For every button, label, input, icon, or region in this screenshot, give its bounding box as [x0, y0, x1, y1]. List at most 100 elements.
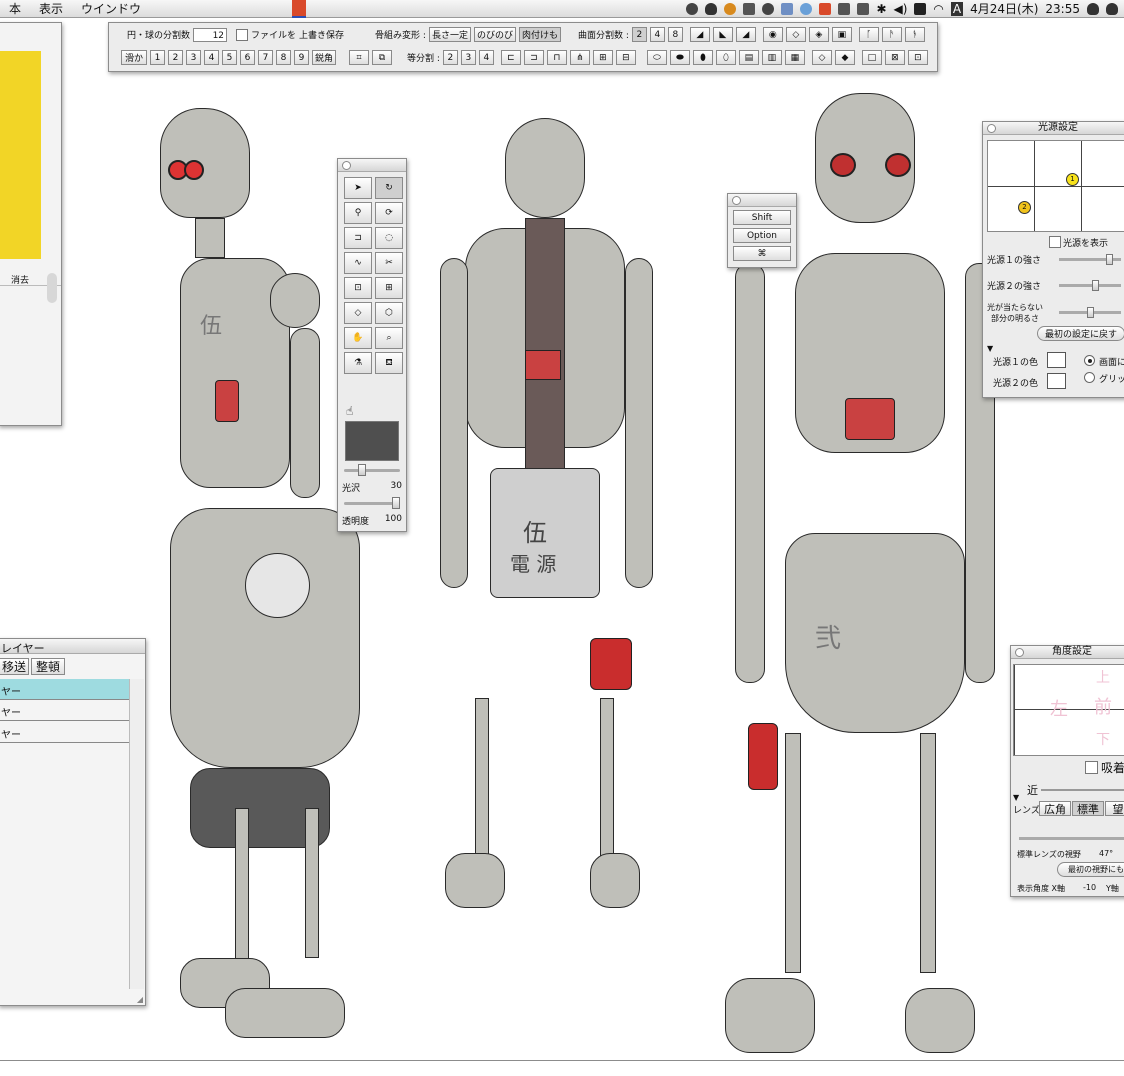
cat-icon[interactable]: [705, 2, 718, 15]
radio-screen[interactable]: [1084, 355, 1095, 366]
cylinder-light-icon[interactable]: ⬯: [715, 50, 736, 65]
curve-div-4[interactable]: 4: [649, 27, 665, 42]
rotate-icon[interactable]: ↻: [375, 177, 403, 199]
material-swatch[interactable]: [345, 421, 399, 461]
align-right-icon[interactable]: ⊓: [546, 50, 567, 65]
red-tag[interactable]: [525, 350, 561, 380]
curve-div-2[interactable]: 2: [631, 27, 647, 42]
select-arrow-icon[interactable]: ➤: [344, 177, 372, 199]
skeleton-run-icon[interactable]: ᚬ: [904, 27, 925, 42]
cylinder-shaded-icon[interactable]: ⬬: [669, 50, 690, 65]
robot-foot[interactable]: [590, 853, 640, 908]
robot-pelvis[interactable]: [170, 508, 360, 768]
tele-lens-button[interactable]: 望: [1105, 801, 1124, 816]
command-key-button[interactable]: ⌘: [733, 246, 791, 261]
time-label[interactable]: 23:55: [1045, 2, 1080, 16]
hierarchy-icon[interactable]: ⋔: [569, 50, 590, 65]
menu-window[interactable]: ウインドウ: [72, 0, 150, 17]
camera-icon[interactable]: [743, 2, 756, 15]
reset-light-button[interactable]: 最初の設定に戻す: [1037, 326, 1124, 341]
circle-divisions-input[interactable]: 12: [193, 27, 228, 42]
battery-icon[interactable]: [914, 2, 927, 15]
angle-3-button[interactable]: 3: [186, 50, 201, 65]
layer-move-button[interactable]: 移送: [0, 658, 29, 675]
ramp-shape-icon[interactable]: ◢: [735, 27, 756, 42]
angle-2-button[interactable]: 2: [168, 50, 183, 65]
bone-option-flesh[interactable]: 肉付けも: [518, 27, 561, 42]
eyedropper-icon[interactable]: ⚗: [344, 352, 372, 374]
rotate-pin-icon[interactable]: ⟳: [375, 202, 403, 224]
hand-icon[interactable]: ✋: [344, 327, 372, 349]
curve-div-8[interactable]: 8: [667, 27, 683, 42]
menu-book[interactable]: 本: [0, 0, 30, 17]
light1-strength-slider[interactable]: [1059, 254, 1121, 265]
bone-option-fixed-length[interactable]: 長さ一定: [428, 27, 471, 42]
cylinder-icon[interactable]: ⬭: [646, 50, 667, 65]
unlit-thumb[interactable]: [1086, 307, 1094, 318]
align-center-icon[interactable]: ⊐: [523, 50, 544, 65]
cube-outline-icon[interactable]: ◇: [811, 50, 832, 65]
sharp-button[interactable]: 鋭角: [312, 50, 336, 65]
finder-icon[interactable]: [781, 2, 794, 15]
zoom-icon[interactable]: ⌕: [375, 327, 403, 349]
path-tool-icon[interactable]: ∿: [344, 252, 372, 274]
option-key-button[interactable]: Option: [733, 228, 791, 243]
ungroup-icon[interactable]: ⊟: [615, 50, 636, 65]
skeleton-alt-icon[interactable]: ᚫ: [881, 27, 902, 42]
box-shaded-icon[interactable]: ▥: [761, 50, 782, 65]
robot-shin[interactable]: [235, 808, 249, 968]
mario-small-icon[interactable]: [724, 2, 737, 15]
mirror-icon[interactable]: ⧉: [372, 50, 392, 65]
cylinder-dark-icon[interactable]: ⬮: [692, 50, 713, 65]
layer-scrollbar[interactable]: [129, 679, 144, 989]
yellow-swatch[interactable]: [0, 51, 41, 259]
cube-shaded-icon[interactable]: ▣: [831, 27, 852, 42]
slope-shape-icon[interactable]: ◣: [712, 27, 733, 42]
globe-view-icon[interactable]: ◉: [762, 27, 783, 42]
light1-color-well[interactable]: [1047, 352, 1066, 368]
angle-6-button[interactable]: 6: [240, 50, 255, 65]
opacity-slider-thumb[interactable]: [392, 497, 400, 509]
resize-grip-icon[interactable]: ◢: [137, 995, 143, 1004]
robot-pelvis[interactable]: [785, 533, 965, 733]
skeleton-icon[interactable]: ᚪ: [858, 27, 879, 42]
red-canister[interactable]: [748, 723, 778, 790]
robot-shin[interactable]: [305, 808, 319, 958]
align-left-icon[interactable]: ⊏: [500, 50, 521, 65]
robot-arm[interactable]: [625, 258, 653, 588]
scissors-icon[interactable]: ✂: [375, 252, 403, 274]
close-icon[interactable]: [342, 161, 351, 170]
equal-div-3[interactable]: 3: [460, 50, 476, 65]
close-icon[interactable]: [732, 196, 741, 205]
lasso-icon[interactable]: ◌: [375, 227, 403, 249]
bone-option-stretch[interactable]: のびのび: [473, 27, 516, 42]
robot-foot[interactable]: [225, 988, 345, 1038]
modifier-palette-titlebar[interactable]: [728, 194, 796, 207]
extrude-icon[interactable]: ⊡: [344, 277, 372, 299]
stair-shape-icon[interactable]: ◢: [689, 27, 710, 42]
red-tag[interactable]: [845, 398, 895, 440]
skull-icon[interactable]: [686, 2, 699, 15]
s-app-icon[interactable]: [819, 2, 832, 15]
input-method-icon[interactable]: A: [950, 1, 964, 16]
tools-palette-titlebar[interactable]: [338, 159, 406, 172]
robot-foot[interactable]: [905, 988, 975, 1053]
cube-tool-icon[interactable]: ⬡: [375, 302, 403, 324]
light-position-grid[interactable]: 1 2: [987, 140, 1124, 232]
paint-bucket-icon[interactable]: ⛾: [375, 352, 403, 374]
layer-panel-titlebar[interactable]: レイヤー: [0, 639, 145, 655]
robot-gauge[interactable]: [245, 553, 310, 618]
robot-arm[interactable]: [735, 263, 765, 683]
smooth-button[interactable]: 滑か: [121, 50, 147, 65]
light-marker-2[interactable]: 2: [1018, 201, 1031, 214]
robot-shin[interactable]: [475, 698, 489, 858]
robot-head[interactable]: [505, 118, 585, 218]
distance-slider[interactable]: [1041, 789, 1124, 791]
opacity-slider-track[interactable]: [344, 497, 400, 509]
delete-label[interactable]: 消去: [11, 273, 29, 286]
red-canister[interactable]: [590, 638, 632, 690]
cube-wire-icon[interactable]: ◇: [785, 27, 806, 42]
shift-key-button[interactable]: Shift: [733, 210, 791, 225]
bluetooth-icon[interactable]: ✱: [876, 2, 886, 16]
photo-icon[interactable]: ⊡: [907, 50, 928, 65]
